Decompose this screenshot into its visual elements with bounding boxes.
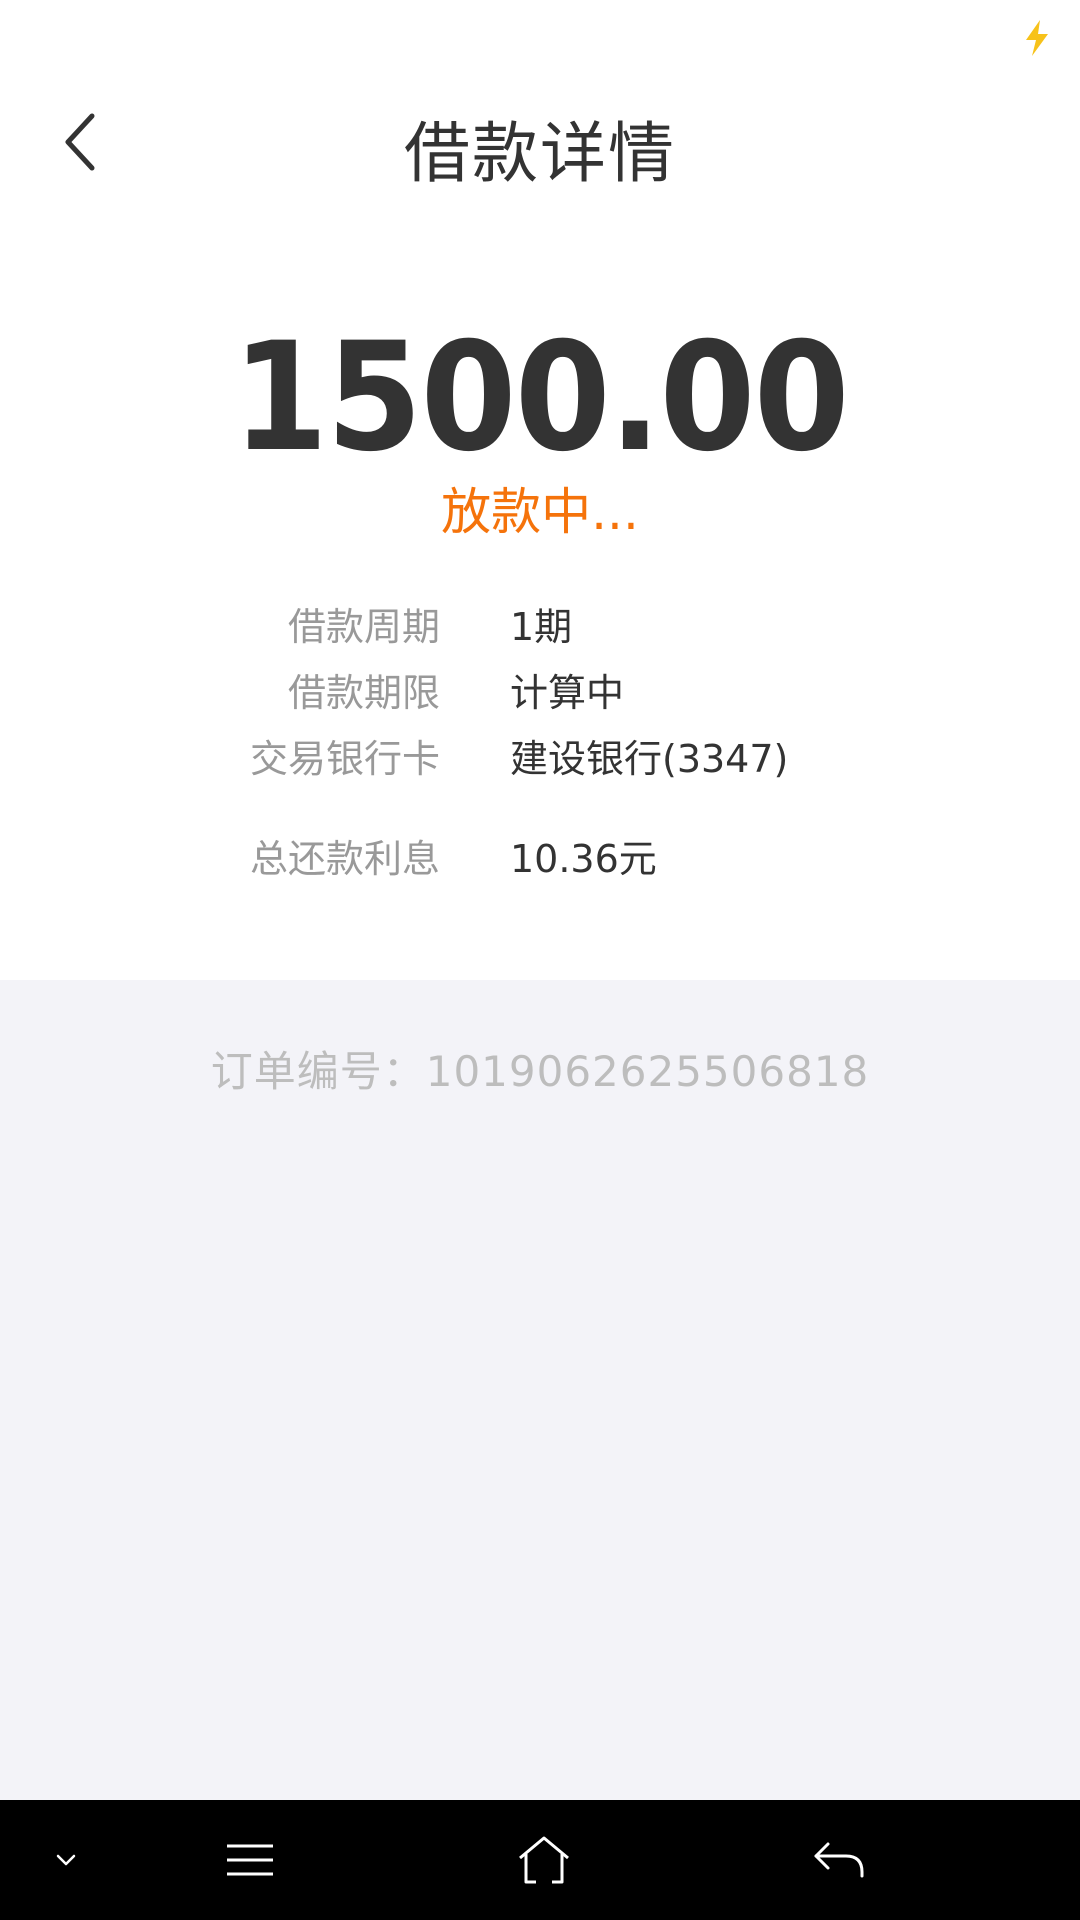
loan-amount: 1500.00 xyxy=(232,311,850,485)
header: 借款详情 xyxy=(0,72,1080,212)
order-section: 订单编号：1019062625506818 xyxy=(0,980,1080,1800)
menu-button[interactable] xyxy=(210,1820,290,1900)
detail-row-bank-card: 交易银行卡 建设银行(3347) xyxy=(0,728,1080,788)
detail-label: 交易银行卡 xyxy=(249,737,440,781)
detail-label: 借款周期 xyxy=(287,605,440,649)
status-bar xyxy=(0,0,1080,72)
detail-label: 总还款利息 xyxy=(249,837,440,881)
menu-icon xyxy=(227,1844,273,1876)
detail-value: 建设银行(3347) xyxy=(510,737,789,781)
page-title: 借款详情 xyxy=(404,115,676,192)
loan-detail-screen: 借款详情 1500.00 放款中... 借款周期 1期 借款期限 计算中 交易银… xyxy=(0,0,1080,1920)
detail-value: 计算中 xyxy=(510,671,625,715)
back-arrow-icon xyxy=(814,1842,864,1878)
detail-label: 借款期限 xyxy=(287,671,440,715)
detail-row-period: 借款周期 1期 xyxy=(0,596,1080,656)
chevron-down-icon xyxy=(56,1854,76,1866)
detail-row-term: 借款期限 计算中 xyxy=(0,662,1080,722)
hide-nav-button[interactable] xyxy=(26,1820,106,1900)
detail-row-interest: 总还款利息 10.36元 xyxy=(0,828,1080,888)
loan-status: 放款中... xyxy=(441,483,639,541)
order-number: 订单编号：1019062625506818 xyxy=(210,1047,870,1096)
home-button[interactable] xyxy=(504,1820,584,1900)
lightning-bolt-icon xyxy=(1026,20,1048,56)
detail-value: 1期 xyxy=(510,605,573,649)
home-icon xyxy=(519,1836,569,1884)
system-back-button[interactable] xyxy=(800,1820,880,1900)
navigation-bar xyxy=(0,1800,1080,1920)
detail-value: 10.36元 xyxy=(510,837,657,881)
